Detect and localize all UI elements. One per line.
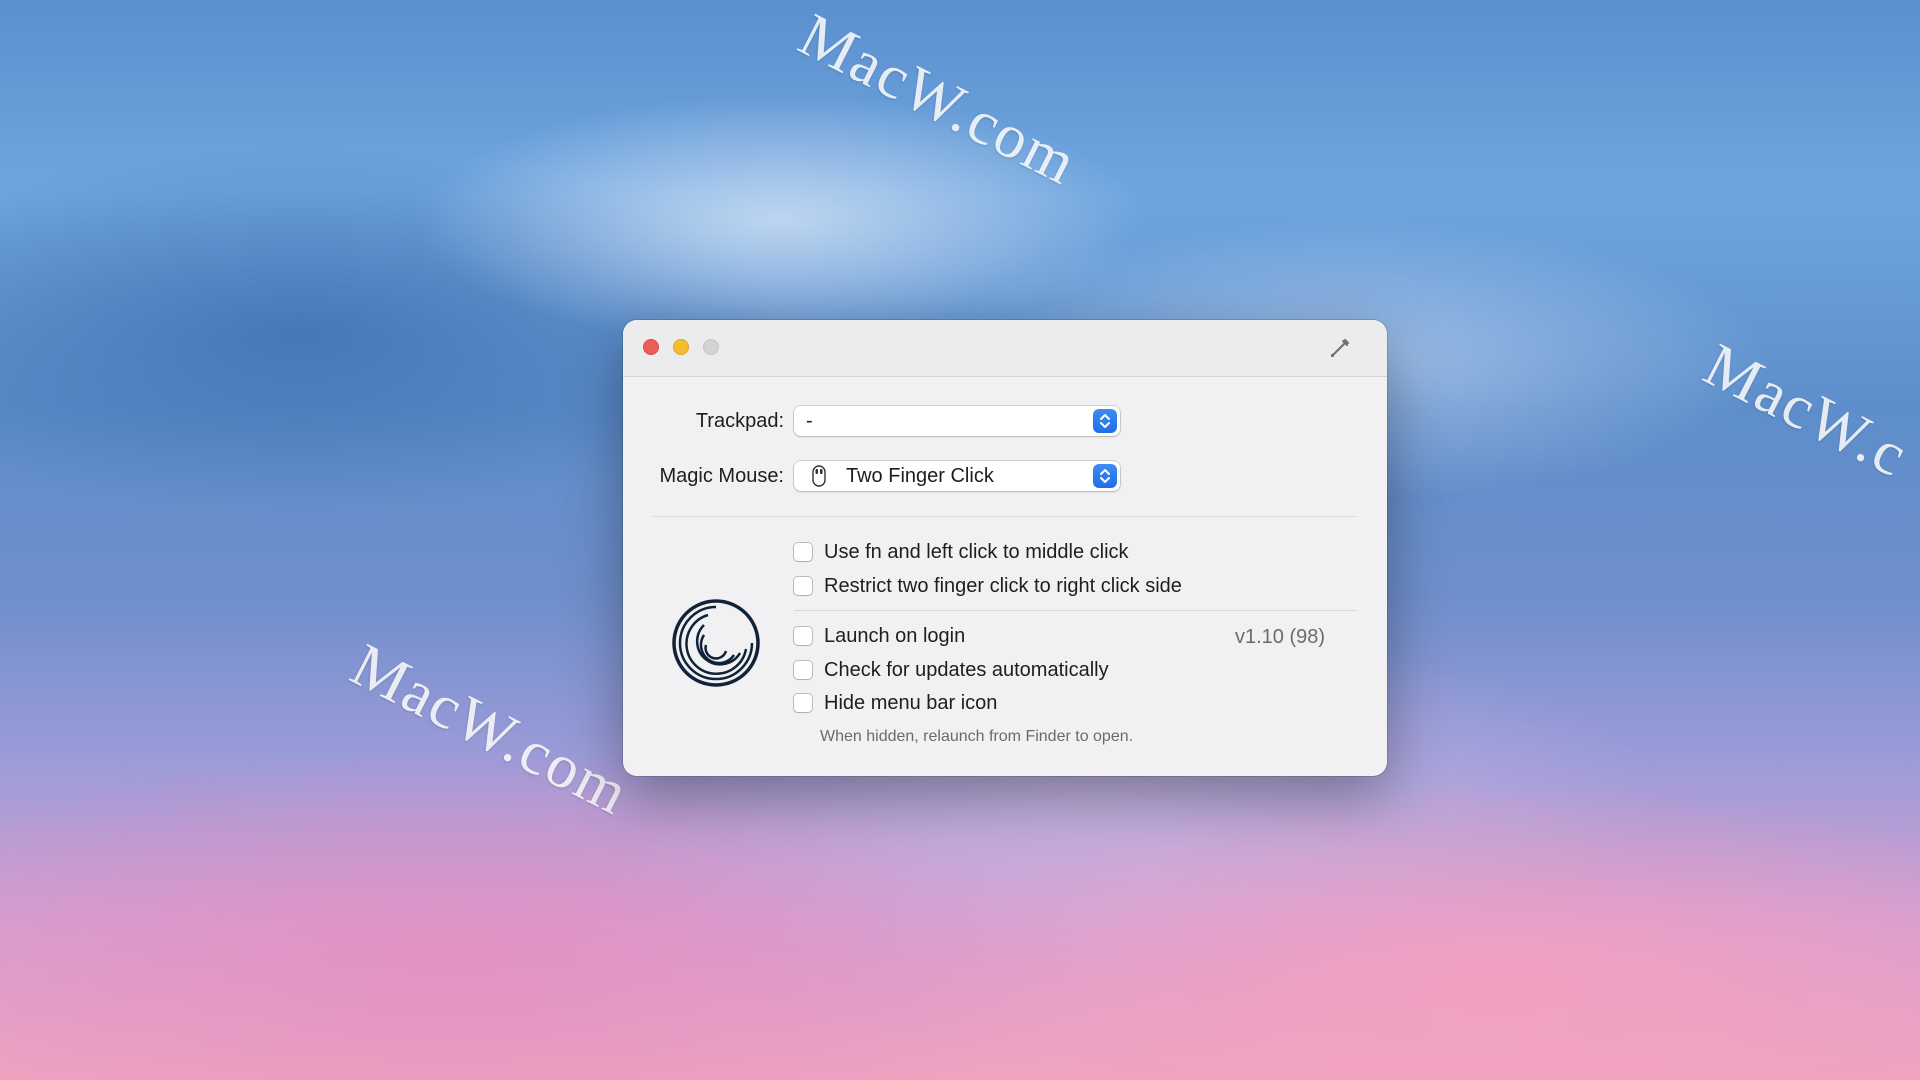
close-button[interactable] [643, 339, 659, 355]
option-label: Hide menu bar icon [824, 692, 998, 714]
version-label: v1.10 (98) [1235, 626, 1326, 648]
chevron-updown-icon [1093, 409, 1117, 433]
option-check-updates[interactable]: Check for updates automatically [794, 659, 1194, 684]
checkbox[interactable] [794, 577, 812, 595]
hide-menu-note: When hidden, relaunch from Finder to ope… [820, 728, 1134, 745]
magic-mouse-select-value: Two Finger Click [846, 465, 994, 487]
checkbox[interactable] [794, 543, 812, 561]
checkbox[interactable] [794, 694, 812, 712]
trackpad-select-value: - [806, 410, 813, 432]
option-launch-on-login[interactable]: Launch on login [794, 625, 1194, 650]
watermark-left: MacW.com [340, 630, 640, 829]
spiral-logo-icon [672, 599, 760, 687]
watermark-right: MacW.c [1693, 330, 1919, 491]
trackpad-label: Trackpad: [695, 410, 784, 432]
checkbox[interactable] [794, 627, 812, 645]
checkbox[interactable] [794, 661, 812, 679]
options-divider [794, 610, 1357, 611]
option-hide-menu-bar-icon[interactable]: Hide menu bar icon [794, 692, 1194, 717]
magic-mouse-label: Magic Mouse: [659, 465, 785, 487]
section-divider [653, 516, 1357, 517]
minimize-button[interactable] [673, 339, 689, 355]
option-label: Use fn and left click to middle click [824, 541, 1129, 563]
magic-mouse-select[interactable]: Two Finger Click [794, 461, 1120, 491]
option-label: Launch on login [824, 625, 966, 647]
zoom-button[interactable] [703, 339, 719, 355]
trackpad-select[interactable]: - [794, 406, 1120, 436]
option-restrict-right-click[interactable]: Restrict two finger click to right click… [794, 575, 1294, 600]
option-label: Restrict two finger click to right click… [824, 575, 1182, 597]
title-bar[interactable] [623, 320, 1387, 377]
watermark-top: MacW.com [788, 0, 1088, 199]
option-label: Check for updates automatically [824, 659, 1109, 681]
chevron-updown-icon [1093, 464, 1117, 488]
option-fn-middle-click[interactable]: Use fn and left click to middle click [794, 541, 1294, 566]
wrench-icon[interactable] [1329, 337, 1351, 359]
magic-mouse-icon [812, 465, 826, 487]
